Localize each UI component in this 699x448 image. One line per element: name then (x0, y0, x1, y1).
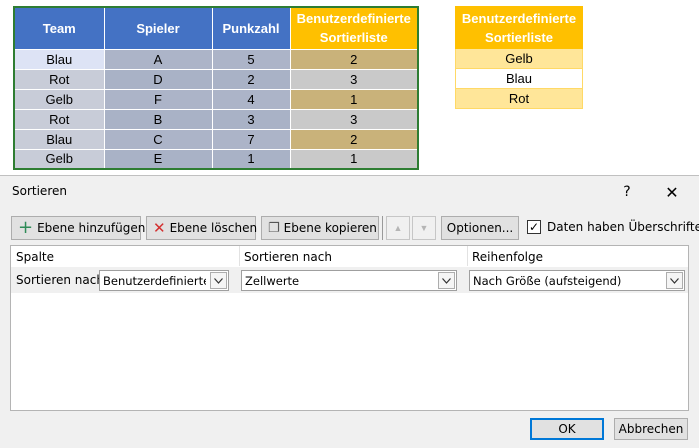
cell-team[interactable]: Rot (13, 68, 105, 90)
cell-custom-sort[interactable]: 2 (289, 128, 419, 150)
cell-custom-sort[interactable]: 1 (289, 88, 419, 110)
cell-team[interactable]: Gelb (13, 148, 105, 170)
table-row: Gelb E 1 1 (13, 148, 419, 170)
move-up-button[interactable]: ▲ (386, 216, 410, 240)
cell-score[interactable]: 5 (211, 48, 291, 70)
copy-icon: ❐ (268, 220, 280, 236)
table-row: Rot B 3 3 (13, 108, 419, 130)
cell-score[interactable]: 3 (211, 108, 291, 130)
column-select-value: Benutzerdefinierte Sortierliste (103, 274, 206, 288)
cell-custom-sort[interactable]: 1 (289, 148, 419, 170)
table-row: Gelb F 4 1 (13, 88, 419, 110)
headers-checkbox-label[interactable]: Daten haben Überschriften (547, 220, 699, 234)
dialog-title: Sortieren (12, 184, 67, 198)
help-button[interactable]: ? (612, 178, 642, 206)
cell-player[interactable]: A (103, 48, 213, 70)
cell-player[interactable]: D (103, 68, 213, 90)
plus-icon: + (18, 217, 34, 238)
sort-on-select[interactable]: Zellwerte (241, 270, 457, 291)
column-header-sort-on: Sortieren nach (244, 250, 332, 264)
header-team[interactable]: Team (13, 6, 105, 50)
copy-level-label: Ebene kopieren (283, 221, 377, 235)
add-level-label: Ebene hinzufügen (37, 221, 146, 235)
cell-player[interactable]: C (103, 128, 213, 150)
move-down-button[interactable]: ▼ (412, 216, 436, 240)
order-select[interactable]: Nach Größe (aufsteigend) (469, 270, 685, 291)
cell-score[interactable]: 4 (211, 88, 291, 110)
cell-score[interactable]: 1 (211, 148, 291, 170)
header-row: Team Spieler Punkzahl Benutzerdefinierte… (13, 6, 419, 50)
cell-player[interactable]: B (103, 108, 213, 130)
data-table: Team Spieler Punkzahl Benutzerdefinierte… (13, 6, 419, 170)
options-button[interactable]: Optionen... (441, 216, 519, 240)
column-header-column: Spalte (16, 250, 55, 264)
triangle-down-icon: ▼ (419, 223, 429, 233)
table-row: Blau A 5 2 (13, 48, 419, 70)
cell-team[interactable]: Blau (13, 128, 105, 150)
custom-list-item[interactable]: Gelb (455, 48, 583, 69)
chevron-down-icon[interactable] (438, 272, 455, 289)
cell-player[interactable]: E (103, 148, 213, 170)
toolbar-divider (382, 216, 383, 240)
sort-dialog: Sortieren ? ✕ + Ebene hinzufügen ✕ Ebene… (0, 175, 699, 448)
ok-button[interactable]: OK (530, 418, 604, 440)
table-row: Blau C 7 2 (13, 128, 419, 150)
delete-level-label: Ebene löschen (169, 221, 258, 235)
chevron-down-icon[interactable] (210, 272, 227, 289)
cell-player[interactable]: F (103, 88, 213, 110)
chevron-down-icon[interactable] (666, 272, 683, 289)
table-row: Rot D 2 3 (13, 68, 419, 90)
cell-team[interactable]: Gelb (13, 88, 105, 110)
cell-team[interactable]: Blau (13, 48, 105, 70)
delete-level-button[interactable]: ✕ Ebene löschen (146, 216, 258, 240)
copy-level-button[interactable]: ❐ Ebene kopieren (261, 216, 379, 240)
column-divider (467, 246, 468, 266)
column-select[interactable]: Benutzerdefinierte Sortierliste (99, 270, 229, 291)
headers-checkbox[interactable]: ✓ (527, 220, 541, 234)
order-select-value: Nach Größe (aufsteigend) (473, 274, 622, 288)
header-score[interactable]: Punkzahl (211, 6, 291, 50)
cell-score[interactable]: 7 (211, 128, 291, 150)
custom-list-header[interactable]: Benutzerdefinierte Sortierliste (455, 6, 583, 49)
cell-score[interactable]: 2 (211, 68, 291, 90)
column-header-order: Reihenfolge (472, 250, 544, 264)
sort-on-select-value: Zellwerte (245, 274, 300, 288)
sort-levels-grid: Spalte Sortieren nach Reihenfolge Sortie… (10, 245, 689, 411)
column-divider (239, 246, 240, 266)
cell-custom-sort[interactable]: 3 (289, 68, 419, 90)
add-level-button[interactable]: + Ebene hinzufügen (11, 216, 145, 240)
header-custom-sort[interactable]: Benutzerdefinierte Sortierliste (289, 6, 419, 50)
cell-team[interactable]: Rot (13, 108, 105, 130)
cancel-button[interactable]: Abbrechen (614, 418, 688, 440)
custom-list-item[interactable]: Rot (455, 88, 583, 109)
header-player[interactable]: Spieler (103, 6, 213, 50)
cell-custom-sort[interactable]: 3 (289, 108, 419, 130)
triangle-up-icon: ▲ (393, 223, 403, 233)
custom-list-item[interactable]: Blau (455, 68, 583, 89)
delete-x-icon: ✕ (153, 218, 166, 237)
sort-level-label: Sortieren nach (16, 273, 104, 287)
cell-custom-sort[interactable]: 2 (289, 48, 419, 70)
custom-sort-list: Benutzerdefinierte Sortierliste Gelb Bla… (455, 6, 583, 109)
close-button[interactable]: ✕ (657, 178, 687, 206)
